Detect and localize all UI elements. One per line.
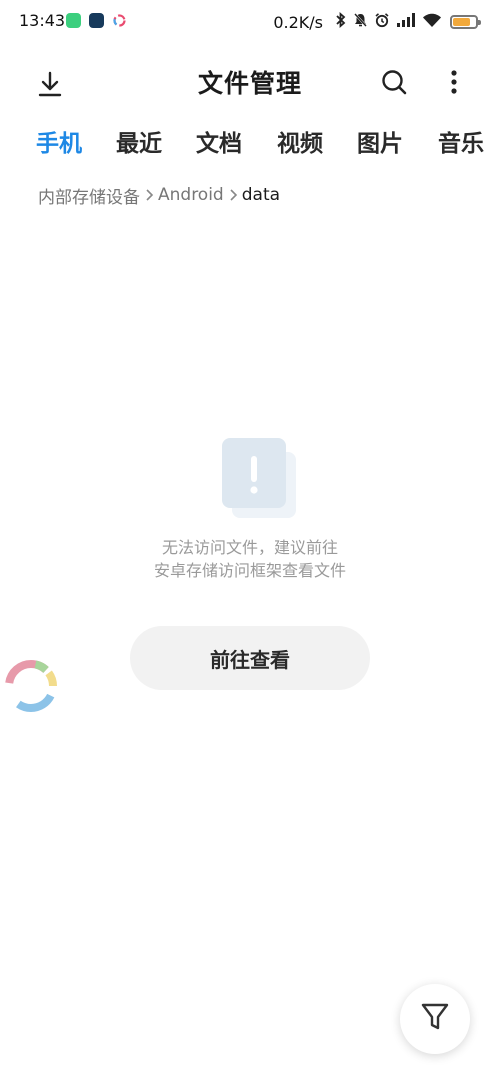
status-time: 13:43 xyxy=(19,11,66,30)
empty-state-message-line: 无法访问文件，建议前往 xyxy=(161,538,338,557)
search-icon[interactable] xyxy=(378,66,410,98)
status-bar: 13:43 0.2K/s xyxy=(0,0,500,44)
go-view-button[interactable]: 前往查看 xyxy=(130,626,370,690)
status-indicators: 0.2K/s xyxy=(273,11,481,33)
empty-state-message: 无法访问文件，建议前往 安卓存储访问框架查看文件 xyxy=(0,536,500,582)
top-toolbar: 文件管理 xyxy=(0,56,500,108)
chevron-right-icon xyxy=(227,187,239,203)
mute-icon xyxy=(353,12,368,32)
alarm-icon xyxy=(374,12,390,32)
tab-recent[interactable]: 最近 xyxy=(116,124,162,158)
breadcrumb-item-data: data xyxy=(241,185,281,205)
notification-ring-icon xyxy=(112,13,127,28)
more-vertical-icon[interactable] xyxy=(440,66,468,98)
empty-state-message-line: 安卓存储访问框架查看文件 xyxy=(153,561,346,580)
page-title: 文件管理 xyxy=(197,69,302,98)
notification-app-icon xyxy=(89,13,104,28)
breadcrumb-item-android[interactable]: Android xyxy=(158,185,224,205)
tab-phone[interactable]: 手机 xyxy=(36,124,82,158)
breadcrumb-item-internal-storage[interactable]: 内部存储设备 xyxy=(38,183,140,208)
floating-ring-icon[interactable] xyxy=(2,657,60,715)
warning-document-icon xyxy=(222,438,296,520)
chevron-right-icon xyxy=(143,187,155,203)
battery-icon xyxy=(450,15,481,29)
category-tabs: 手机 最近 文档 视频 图片 音乐 xyxy=(0,120,500,164)
signal-icon xyxy=(396,12,416,32)
battery-level xyxy=(453,18,470,26)
notification-app-icon xyxy=(66,13,81,28)
tab-images[interactable]: 图片 xyxy=(357,124,403,158)
bluetooth-icon xyxy=(335,12,347,32)
breadcrumb: 内部存储设备 Android data xyxy=(38,183,281,208)
filter-button[interactable] xyxy=(400,984,470,1054)
tab-music[interactable]: 音乐 xyxy=(438,124,484,158)
filter-icon xyxy=(420,1001,450,1037)
network-speed: 0.2K/s xyxy=(273,12,323,32)
tab-videos[interactable]: 视频 xyxy=(277,124,323,158)
wifi-icon xyxy=(422,12,442,32)
file-manager-screen: 13:43 0.2K/s 文件管理 手机 最近 文档 视频 图片 音乐 内部存储… xyxy=(0,0,500,1083)
tab-documents[interactable]: 文档 xyxy=(196,124,242,158)
